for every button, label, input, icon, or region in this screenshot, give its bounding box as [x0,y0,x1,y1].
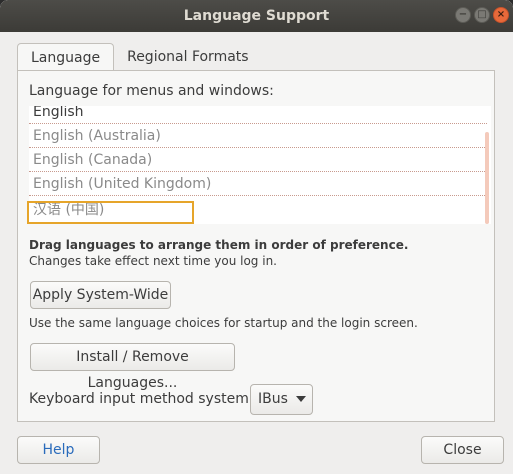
language-item-english-australia[interactable]: English (Australia) [29,124,487,148]
minimize-icon[interactable]: − [455,7,471,23]
language-item-english-uk[interactable]: English (United Kingdom) [29,172,487,196]
window-title: Language Support [183,8,330,24]
keyboard-input-value: IBus [258,391,288,407]
language-list[interactable]: English English (Australia) English (Can… [29,106,491,224]
close-button[interactable]: Close [421,436,504,464]
drag-hint: Drag languages to arrange them in order … [29,238,409,252]
close-icon[interactable]: × [493,7,509,23]
tab-regional-formats[interactable]: Regional Formats [114,43,262,71]
login-hint: Changes take effect next time you log in… [29,254,277,268]
apply-system-wide-button[interactable]: Apply System-Wide [30,281,171,309]
maximize-icon[interactable]: □ [474,7,490,23]
keyboard-input-select[interactable]: IBus [250,384,313,415]
tab-language[interactable]: Language [17,43,115,71]
language-support-window: Language Support − □ × Language Regional… [0,0,513,474]
language-item-chinese[interactable]: 汉语 (中国) [29,198,487,224]
help-button[interactable]: Help [17,436,100,464]
language-list-scrollbar[interactable] [485,132,489,224]
language-heading: Language for menus and windows: [29,83,274,99]
keyboard-input-label: Keyboard input method system: [29,391,254,407]
apply-note: Use the same language choices for startu… [29,316,418,330]
install-remove-languages-button[interactable]: Install / Remove Languages... [30,343,235,391]
language-item-english-canada[interactable]: English (Canada) [29,148,487,172]
tab-bar: Language Regional Formats [17,43,262,71]
title-bar[interactable]: Language Support − □ × [0,0,513,32]
language-item-english[interactable]: English [29,106,487,124]
chevron-down-icon [296,396,306,402]
